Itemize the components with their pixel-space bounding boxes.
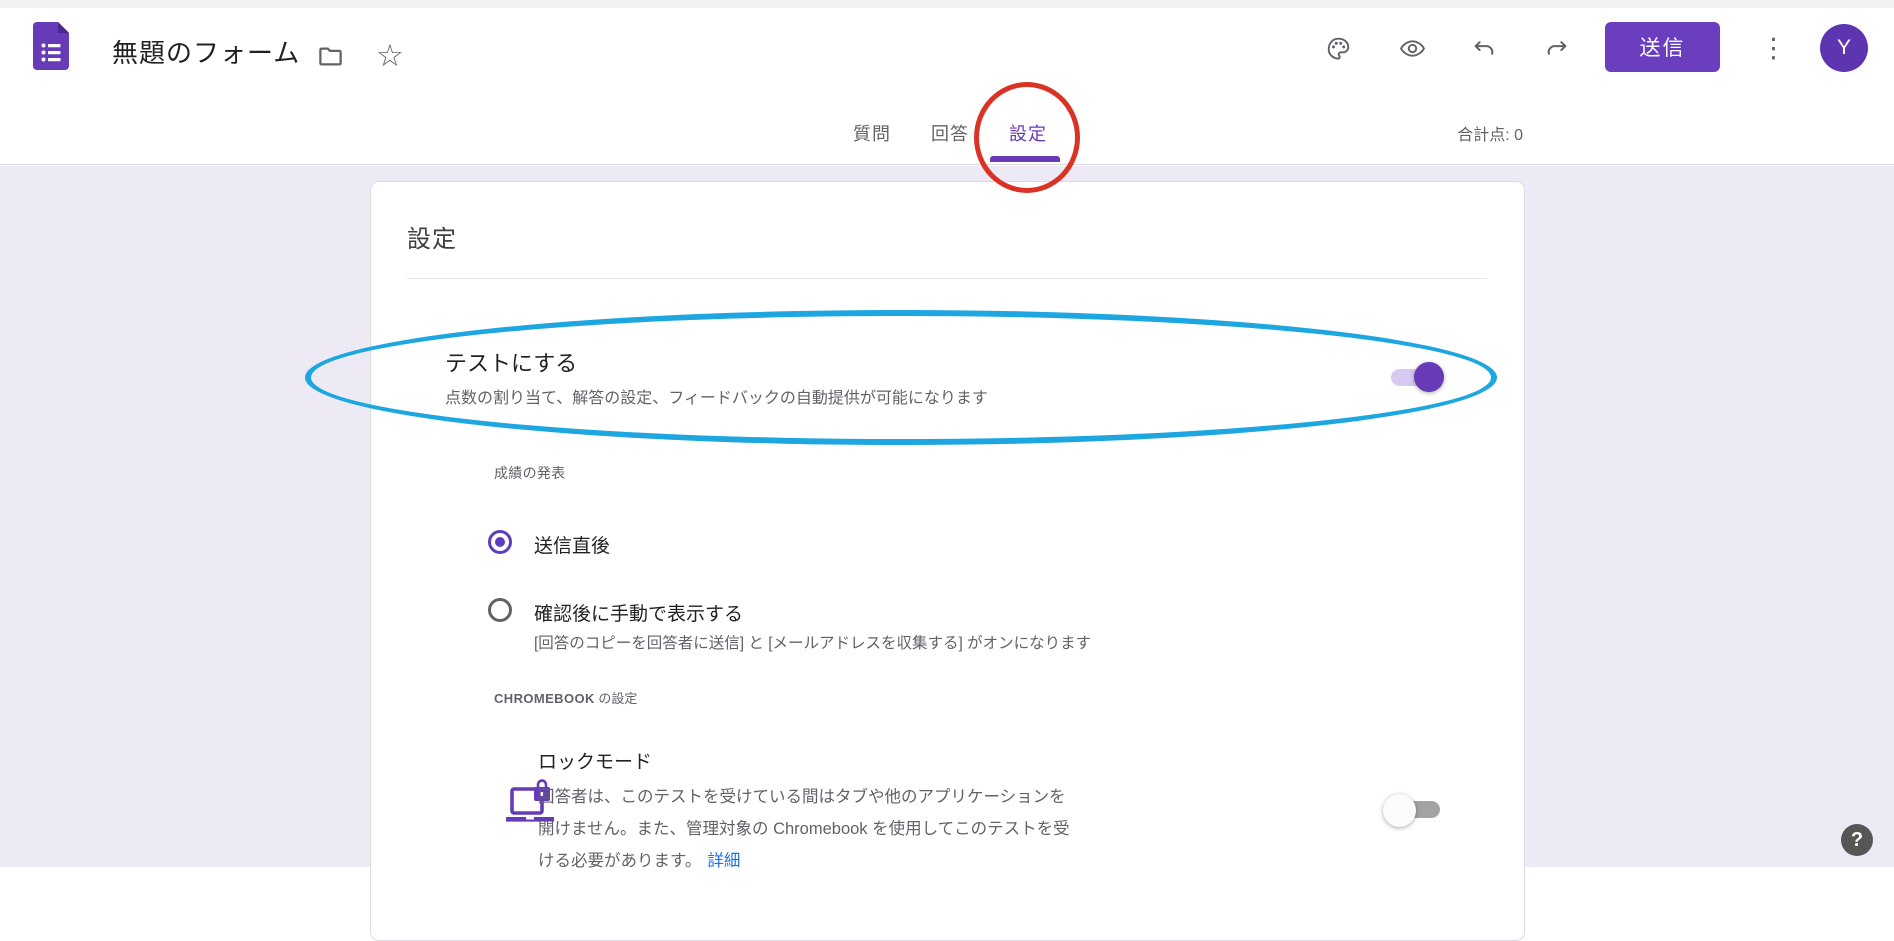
divider (407, 278, 1487, 279)
tab-responses[interactable]: 回答 (931, 120, 969, 146)
locked-mode-description-line: 回答者は、このテストを受けている間はタブや他のアプリケーションを (538, 781, 1078, 813)
settings-heading: 設定 (407, 219, 457, 254)
preview-eye-icon[interactable] (1399, 35, 1426, 62)
chromebook-section-caps: CHROMEBOOK (494, 691, 595, 706)
more-options-kebab-icon[interactable]: ⋮ (1760, 29, 1784, 67)
browser-top-strip (0, 0, 1894, 8)
radio-release-immediately-label[interactable]: 送信直後 (534, 531, 610, 558)
radio-release-immediately[interactable] (488, 530, 512, 554)
send-button[interactable]: 送信 (1605, 22, 1720, 72)
quiz-toggle-title: テストにする (445, 346, 577, 378)
redo-icon[interactable] (1544, 35, 1571, 62)
radio-release-after-review-note: [回答のコピーを回答者に送信] と [メールアドレスを収集する] がオンになりま… (534, 631, 1091, 653)
toggle-knob (1414, 362, 1444, 392)
move-to-folder-icon[interactable] (317, 43, 344, 70)
quiz-toggle-description: 点数の割り当て、解答の設定、フィードバックの自動提供が可能になります (445, 384, 988, 408)
radio-release-after-review-label[interactable]: 確認後に手動で表示する (534, 599, 743, 626)
help-button[interactable]: ? (1841, 824, 1873, 856)
theme-palette-icon[interactable] (1325, 35, 1352, 62)
undo-icon[interactable] (1470, 35, 1497, 62)
grade-release-section-label: 成績の発表 (494, 463, 566, 483)
quiz-toggle-switch-on[interactable] (1388, 361, 1444, 393)
total-points-label: 合計点: 0 (1457, 121, 1523, 145)
google-forms-logo-icon[interactable] (33, 22, 69, 70)
locked-mode-title: ロックモード (538, 747, 652, 774)
radio-release-after-review[interactable] (488, 598, 512, 622)
star-icon[interactable]: ☆ (376, 36, 404, 76)
radio-selected-dot (495, 537, 505, 547)
account-avatar[interactable]: Y (1820, 24, 1868, 72)
locked-mode-description-line3: ける必要があります。 (538, 852, 701, 870)
locked-mode-switch-off[interactable] (1386, 793, 1442, 825)
locked-mode-description-line: 開けません。また、管理対象の Chromebook を使用してこのテストを受 (538, 813, 1078, 845)
locked-mode-learn-more-link[interactable]: 詳細 (707, 852, 740, 870)
active-tab-indicator (990, 156, 1060, 162)
chromebook-section-label: CHROMEBOOK の設定 (494, 688, 637, 707)
locked-mode-description: 回答者は、このテストを受けている間はタブや他のアプリケーションを 開けません。ま… (538, 781, 1078, 877)
chromebook-section-rest: の設定 (595, 691, 638, 706)
locked-mode-description-line: ける必要があります。詳細 (538, 845, 1078, 877)
toggle-knob (1383, 794, 1416, 827)
form-title[interactable]: 無題のフォーム (112, 33, 300, 70)
tab-questions[interactable]: 質問 (853, 120, 891, 146)
tab-settings[interactable]: 設定 (1009, 120, 1047, 146)
